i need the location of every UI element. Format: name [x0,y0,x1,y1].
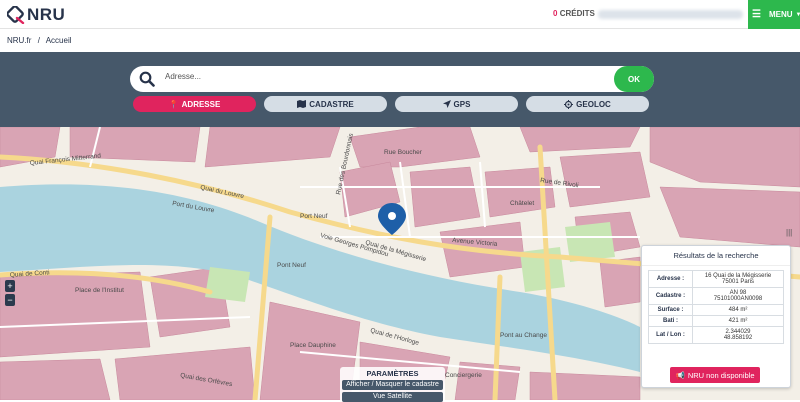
breadcrumb-current-page[interactable]: Accueil [46,36,72,45]
result-value: 484 m² [692,304,784,316]
search-mode-tabs: 📍 ADRESSE CADASTRE GPS GEOLOC [133,96,649,112]
results-panel: Résultats de la recherche Adresse : 16 Q… [641,245,791,388]
ok-button[interactable]: OK [614,66,654,92]
logo[interactable]: NRU [7,5,65,25]
breadcrumb-home-link[interactable]: NRU.fr [7,36,31,45]
result-key: Cadastre : [648,287,693,305]
top-bar: NRU 0 CRÉDITS ☰ MENU ▼ [0,0,800,29]
result-value: 421 m² [692,315,784,327]
logo-text: NRU [27,5,66,24]
location-arrow-icon [442,100,451,108]
menu-button[interactable]: ☰ MENU ▼ [748,0,800,29]
zoom-in-button[interactable]: + [5,280,15,292]
result-key: Surface : [648,304,693,316]
search-panel: OK 📍 ADRESSE CADASTRE GPS GEOLOC [0,52,800,127]
latitude: 48.858192 [723,335,753,341]
caret-down-icon: ▼ [795,11,800,18]
tab-adresse-label: ADRESSE [181,99,221,109]
credits-indicator[interactable]: 0 CRÉDITS [553,9,595,18]
table-row: Adresse : 16 Quai de la Mégisserie 75001 … [648,270,784,288]
map-label: Rue Boucher [384,149,423,156]
cadastre-id: 75101000AN0098 [713,296,763,302]
result-key: Bati : [648,315,693,327]
tab-adresse[interactable]: 📍 ADRESSE [133,96,256,112]
map-label: Port Neuf [300,213,328,220]
logo-q-icon [7,6,25,24]
zoom-controls: + − [5,280,15,308]
breadcrumb: NRU.fr / Accueil [0,29,800,52]
map-label: Place de l'Institut [75,287,124,294]
tab-cadastre-label: CADASTRE [309,99,354,109]
toggle-cadastre-button[interactable]: Afficher / Masquer le cadastre [342,380,443,390]
table-row: Bati : 421 m² [648,315,784,327]
map-label: Pont au Change [500,332,547,339]
tab-cadastre[interactable]: CADASTRE [264,96,387,112]
result-value: AN 98 75101000AN0098 [692,287,784,305]
megaphone-icon: 📢 [675,370,685,380]
table-row: Cadastre : AN 98 75101000AN0098 [648,287,784,305]
results-table: Adresse : 16 Quai de la Mégisserie 75001 … [648,270,784,344]
breadcrumb-separator: / [37,36,40,45]
menu-label: MENU [768,10,793,19]
result-value: 2.344029 48.858192 [692,326,784,344]
tab-gps-label: GPS [453,99,471,109]
result-key: Lat / Lon : [648,326,693,344]
map-label: Place Dauphine [290,342,336,349]
search-box: OK [130,66,654,92]
result-key: Adresse : [648,270,693,288]
tab-geoloc[interactable]: GEOLOC [526,96,649,112]
params-panel: PARAMÈTRES Afficher / Masquer le cadastr… [340,367,445,402]
table-row: Surface : 484 m² [648,304,784,316]
map-label: Châtelet [510,200,534,207]
hamburger-icon: ☰ [752,9,761,20]
result-value: 16 Quai de la Mégisserie 75001 Paris [692,270,784,288]
zoom-out-button[interactable]: − [5,294,15,306]
address-line-2: 75001 Paris [721,279,755,285]
credits-count: 0 [553,9,558,18]
results-title: Résultats de la recherche [642,246,790,266]
blurred-user-info [598,10,743,19]
search-icon [139,71,155,87]
tab-geoloc-label: GEOLOC [576,99,611,109]
crosshair-icon [564,99,574,109]
nru-unavailable-button[interactable]: 📢 NRU non disponible [670,367,760,383]
map-icon [297,100,307,108]
address-search-input[interactable] [165,72,605,81]
table-row: Lat / Lon : 2.344029 48.858192 [648,326,784,344]
satellite-view-button[interactable]: Vue Satellite [342,392,443,402]
nru-button-label: NRU non disponible [687,370,755,380]
params-title: PARAMÈTRES [366,369,419,378]
map-label: Pont Neuf [277,262,306,269]
pin-icon: 📍 [168,99,179,109]
tab-gps[interactable]: GPS [395,96,518,112]
map-label: Conciergerie [445,372,482,379]
credits-label: CRÉDITS [559,9,595,18]
resize-handle-icon[interactable]: ||| [786,228,792,237]
